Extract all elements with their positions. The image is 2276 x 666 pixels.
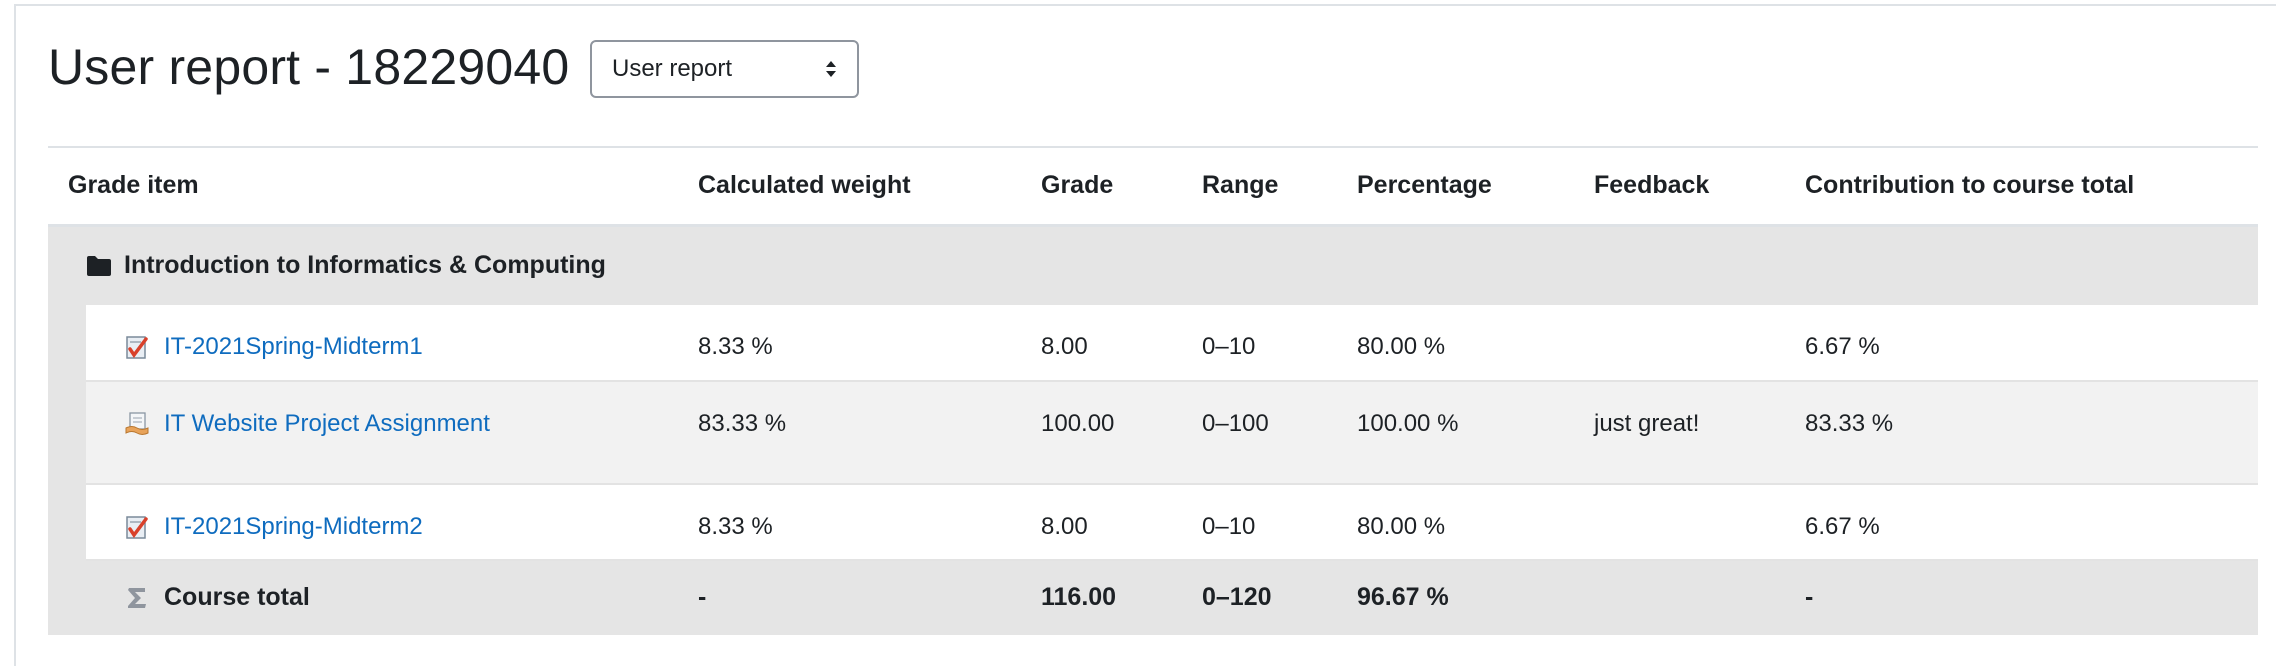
- cell-percentage: 80.00 %: [1357, 304, 1594, 382]
- cell-feedback: [1594, 483, 1805, 561]
- total-grade: 116.00: [1041, 559, 1202, 635]
- cell-range: 0–10: [1202, 483, 1357, 561]
- col-header-percentage[interactable]: Percentage: [1357, 146, 1594, 227]
- course-total-label: Course total: [164, 583, 310, 611]
- total-contribution: -: [1805, 559, 2258, 635]
- page-title: User report - 18229040: [48, 39, 570, 95]
- grades-table: Grade item Calculated weight Grade Range…: [48, 146, 2258, 635]
- quiz-icon: [126, 515, 148, 539]
- col-header-grade[interactable]: Grade: [1041, 146, 1202, 227]
- grade-item-link[interactable]: IT-2021Spring-Midterm1: [164, 333, 423, 361]
- cell-grade: 8.00: [1041, 304, 1202, 382]
- table-header-row: Grade item Calculated weight Grade Range…: [48, 146, 2258, 227]
- select-caret-icon: [826, 61, 836, 77]
- assignment-icon: [125, 411, 149, 435]
- category-row: Introduction to Informatics & Computing: [48, 225, 2258, 305]
- category-name: Introduction to Informatics & Computing: [124, 251, 606, 279]
- total-range: 0–120: [1202, 559, 1357, 635]
- col-header-range[interactable]: Range: [1202, 146, 1357, 227]
- quiz-icon: [126, 335, 148, 359]
- report-type-select[interactable]: User report: [590, 40, 859, 98]
- grade-item-link[interactable]: IT-2021Spring-Midterm2: [164, 513, 423, 541]
- table-row: IT-2021Spring-Midterm1 8.33 % 8.00 0–10 …: [48, 304, 2258, 382]
- col-header-contribution[interactable]: Contribution to course total: [1805, 146, 2258, 227]
- cell-contribution: 83.33 %: [1805, 380, 2258, 485]
- cell-weight: 8.33 %: [698, 483, 1041, 561]
- col-header-grade-item[interactable]: Grade item: [48, 146, 698, 227]
- cell-feedback: just great!: [1594, 380, 1805, 485]
- cell-weight: 83.33 %: [698, 380, 1041, 485]
- cell-feedback: [1594, 304, 1805, 382]
- table-row: IT-2021Spring-Midterm2 8.33 % 8.00 0–10 …: [48, 483, 2258, 561]
- cell-percentage: 100.00 %: [1357, 380, 1594, 485]
- cell-grade: 8.00: [1041, 483, 1202, 561]
- cell-range: 0–10: [1202, 304, 1357, 382]
- cell-contribution: 6.67 %: [1805, 304, 2258, 382]
- grade-item-link[interactable]: IT Website Project Assignment: [164, 410, 490, 438]
- cell-grade: 100.00: [1041, 380, 1202, 485]
- cell-range: 0–100: [1202, 380, 1357, 485]
- report-type-selected: User report: [612, 55, 733, 82]
- total-percentage: 96.67 %: [1357, 559, 1594, 635]
- folder-icon: [87, 255, 111, 276]
- cell-weight: 8.33 %: [698, 304, 1041, 382]
- col-header-calculated-weight[interactable]: Calculated weight: [698, 146, 1041, 227]
- total-weight: -: [698, 559, 1041, 635]
- cell-percentage: 80.00 %: [1357, 483, 1594, 561]
- col-header-feedback[interactable]: Feedback: [1594, 146, 1805, 227]
- course-total-row: Course total - 116.00 0–120 96.67 % -: [48, 559, 2258, 635]
- table-row: IT Website Project Assignment 83.33 % 10…: [48, 380, 2258, 485]
- total-feedback: [1594, 559, 1805, 635]
- sigma-icon: [128, 587, 146, 608]
- cell-contribution: 6.67 %: [1805, 483, 2258, 561]
